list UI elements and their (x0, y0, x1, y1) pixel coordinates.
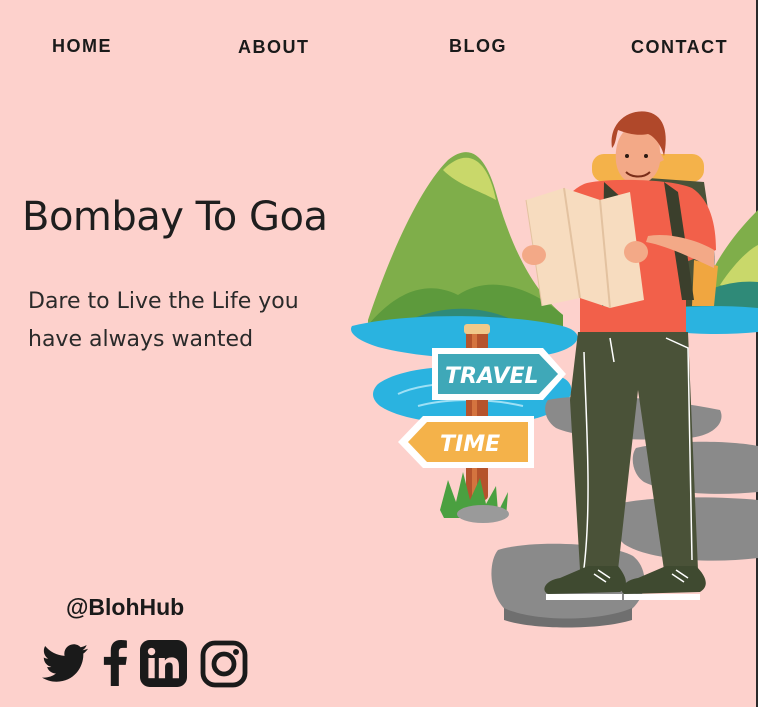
hero-subtitle: Dare to Live the Life you have always wa… (28, 289, 299, 352)
linkedin-icon[interactable] (140, 640, 187, 687)
social-handle: @BlohHub (66, 594, 185, 620)
hero-title: Bombay To Goa (22, 194, 328, 240)
nav-about-link[interactable]: ABOUT (238, 37, 310, 58)
nav-blog-link[interactable]: BLOG (449, 36, 507, 57)
twitter-icon[interactable] (40, 640, 90, 686)
nav-home-link[interactable]: HOME (52, 36, 112, 57)
nav-contact-link[interactable]: CONTACT (631, 37, 728, 58)
sign-time-text: TIME (440, 432, 500, 457)
traveler-illustration: TRAVEL TIME (351, 111, 758, 628)
facebook-icon[interactable] (103, 640, 127, 686)
instagram-icon[interactable] (200, 640, 248, 688)
sign-travel-text: TRAVEL (445, 364, 539, 389)
